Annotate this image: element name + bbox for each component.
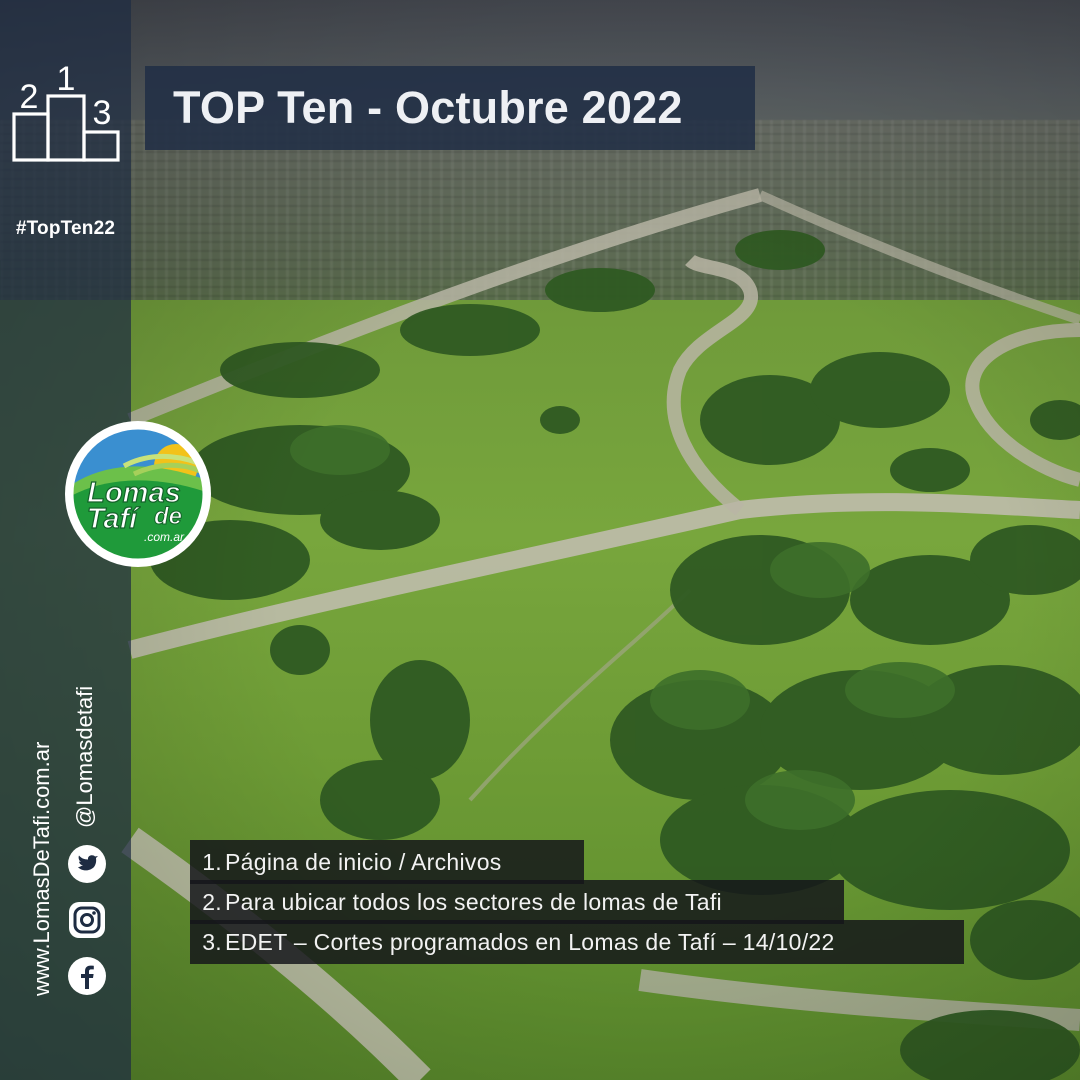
podium-icon: 2 1 3 <box>12 60 120 162</box>
ranking-item-number: 3. <box>202 928 222 955</box>
hashtag: #TopTen22 <box>15 218 116 239</box>
ranking-item-label: EDET – Cortes programados en Lomas de Ta… <box>225 928 835 955</box>
podium-place-1: 1 <box>57 60 76 98</box>
facebook-icon[interactable] <box>67 956 107 996</box>
ranking-item-2[interactable]: 2. Para ubicar todos los sectores de lom… <box>190 880 844 924</box>
ranking-item-number: 1. <box>202 848 222 875</box>
podium-place-2: 2 <box>20 78 39 116</box>
page-title: TOP Ten - Octubre 2022 <box>173 82 683 133</box>
ranking-item-number: 2. <box>202 888 222 915</box>
ranking-item-3[interactable]: 3. EDET – Cortes programados en Lomas de… <box>190 920 964 964</box>
podium-place-3: 3 <box>93 94 112 132</box>
logo-text-de: de <box>154 503 182 530</box>
social-handle[interactable]: @Lomasdetafi <box>72 686 98 828</box>
ranking-item-label: Para ubicar todos los sectores de lomas … <box>225 888 722 915</box>
lomas-de-tafi-logo: Lomas Tafí de .com.ar <box>65 421 211 567</box>
logo-text-domain: .com.ar <box>144 530 185 544</box>
title-banner: TOP Ten - Octubre 2022 <box>145 66 755 150</box>
ranking-item-1[interactable]: 1. Página de inicio / Archivos <box>190 840 584 884</box>
website-link[interactable]: www.LomasDeTafi.com.ar <box>29 742 55 996</box>
twitter-icon[interactable] <box>67 844 107 884</box>
ranking-item-label: Página de inicio / Archivos <box>225 848 502 875</box>
instagram-icon[interactable] <box>67 900 107 940</box>
logo-text-tafi: Tafí <box>87 503 141 535</box>
